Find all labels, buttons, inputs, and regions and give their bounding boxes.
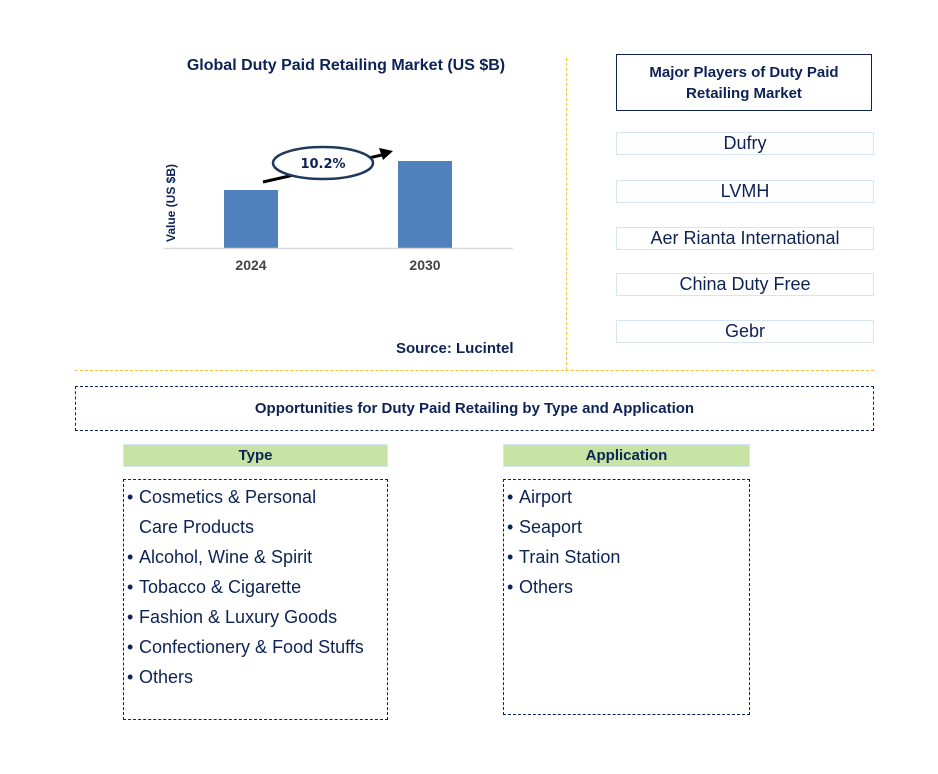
bar-chart: Value (US $B) 2024 2030 10.2% <box>164 145 513 273</box>
vertical-divider <box>566 58 567 370</box>
players-heading-line1: Major Players of Duty Paid <box>649 63 839 81</box>
horizontal-divider <box>75 370 874 371</box>
bullet-icon: • <box>507 577 514 597</box>
player-item: China Duty Free <box>616 273 874 296</box>
players-heading-line2: Retailing Market <box>686 84 802 102</box>
player-item: Gebr <box>616 320 874 343</box>
cagr-label: 10.2% <box>300 157 345 172</box>
bullet-icon: • <box>127 487 134 507</box>
type-list-item: • Fashion & Luxury Goods <box>127 602 387 632</box>
bar-2030 <box>398 161 452 248</box>
player-item: Dufry <box>616 132 874 155</box>
y-axis-label: Value (US $B) <box>164 164 178 242</box>
type-list-item: • Cosmetics & Personal <box>127 482 387 512</box>
chart-title: Global Duty Paid Retailing Market (US $B… <box>186 57 506 74</box>
application-list-item: • Seaport <box>507 512 749 542</box>
application-header: Application <box>503 444 750 467</box>
type-list-item: • Confectionery & Food Stuffs <box>127 632 387 662</box>
bullet-icon: • <box>127 667 134 687</box>
x-tick-label: 2024 <box>235 257 266 273</box>
bullet-icon: • <box>127 607 134 627</box>
source-label: Source: Lucintel <box>396 340 514 357</box>
bullet-icon: • <box>127 637 134 657</box>
player-item: LVMH <box>616 180 874 203</box>
type-list-item: • Others <box>127 662 387 692</box>
type-list: • Cosmetics & Personal Care Products • Alc… <box>123 479 388 720</box>
type-list-item: • Tobacco & Cigarette <box>127 572 387 602</box>
bar-2024 <box>224 190 278 248</box>
application-list: • Airport • Seaport • Train Station • Others <box>503 479 750 715</box>
players-heading: Major Players of Duty Paid Retailing Mar… <box>616 54 872 111</box>
opportunities-title-text: Opportunities for Duty Paid Retailing by… <box>254 400 695 417</box>
bullet-icon: • <box>507 517 514 537</box>
type-header: Type <box>123 444 388 467</box>
application-list-item: • Train Station <box>507 542 749 572</box>
application-list-item: • Others <box>507 572 749 602</box>
cagr-arrow-head-icon <box>379 148 393 160</box>
player-item: Aer Rianta International <box>616 227 874 250</box>
bullet-icon: • <box>127 577 134 597</box>
type-list-item-continuation: Care Products <box>139 517 255 537</box>
type-list-item: • Alcohol, Wine & Spirit <box>127 542 387 572</box>
x-tick-label: 2030 <box>409 257 440 273</box>
application-list-item: • Airport <box>507 482 749 512</box>
bullet-icon: • <box>507 487 514 507</box>
opportunities-title: Opportunities for Duty Paid Retailing by… <box>75 386 874 431</box>
bullet-icon: • <box>507 547 514 567</box>
bullet-icon: • <box>127 547 134 567</box>
